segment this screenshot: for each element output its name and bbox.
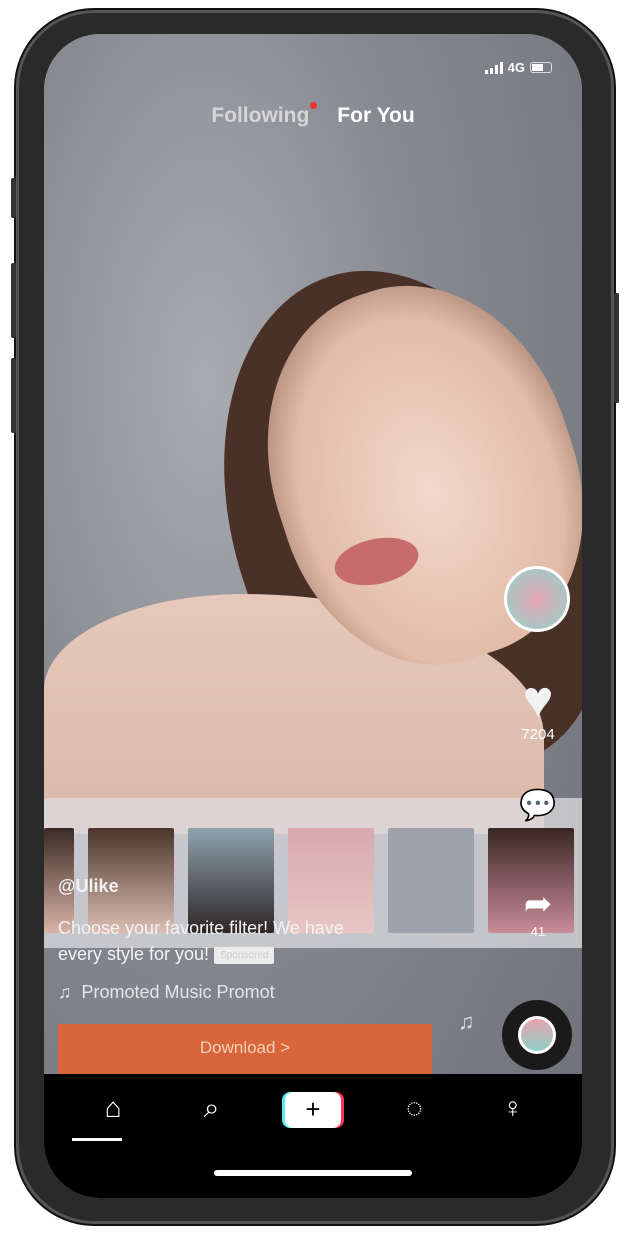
filter-thumb[interactable] — [388, 828, 474, 933]
volume-down-button — [11, 358, 16, 433]
creator-avatar[interactable] — [504, 566, 570, 632]
like-button[interactable]: ♥ 7204 — [500, 674, 576, 743]
ad-caption-line1: Choose your favorite filter! We have — [58, 918, 344, 938]
nav-search-icon[interactable]: ⌕ — [187, 1092, 237, 1198]
signal-icon — [484, 61, 503, 74]
share-arrow-icon: ➦ — [523, 885, 553, 923]
volume-up-button — [11, 263, 16, 338]
nav-profile-icon[interactable]: ♀ — [488, 1092, 538, 1198]
share-button[interactable]: ➦ 41 — [500, 884, 576, 939]
power-button — [614, 293, 619, 403]
tab-following[interactable]: Following — [211, 102, 318, 128]
comment-icon[interactable]: 💬 — [500, 788, 576, 823]
home-indicator[interactable] — [214, 1170, 412, 1176]
battery-icon — [530, 62, 552, 73]
share-count: 41 — [530, 924, 546, 939]
screen: 4G Following For You ♥ 7204 💬 ➦ 41 @Ulik… — [44, 34, 582, 1198]
nav-home-icon[interactable]: ⌂ — [88, 1092, 138, 1198]
heart-icon: ♥ — [522, 671, 554, 729]
sponsored-badge: Sponsored — [214, 946, 275, 964]
floating-note-icon: ♫ — [458, 1009, 475, 1034]
disc-cover — [518, 1016, 556, 1054]
download-button[interactable]: Download > — [58, 1024, 432, 1074]
ad-caption-line2-wrap: every style for you! Sponsored — [58, 944, 275, 965]
bottom-nav: ⌂ ⌕ + ◌ ♀ — [44, 1074, 582, 1198]
music-disc[interactable] — [502, 1000, 572, 1070]
mute-switch — [11, 178, 16, 218]
ad-username[interactable]: @Ulike — [58, 876, 119, 897]
nav-create-button[interactable]: + — [284, 1092, 341, 1128]
home-active-indicator — [72, 1138, 122, 1141]
music-title: Promoted Music Promot — [81, 982, 275, 1002]
tab-for-you[interactable]: For You — [337, 104, 414, 128]
music-note-icon: ♫ — [58, 982, 72, 1002]
nav-inbox-icon[interactable]: ◌ — [389, 1092, 439, 1198]
network-label: 4G — [507, 60, 525, 75]
feed-tabs: Following For You — [44, 102, 582, 128]
status-bar: 4G — [484, 60, 552, 75]
like-count: 7204 — [521, 726, 555, 743]
ad-caption-line2: every style for you! — [58, 944, 210, 964]
music-row[interactable]: ♫ Promoted Music Promot — [58, 982, 275, 1003]
